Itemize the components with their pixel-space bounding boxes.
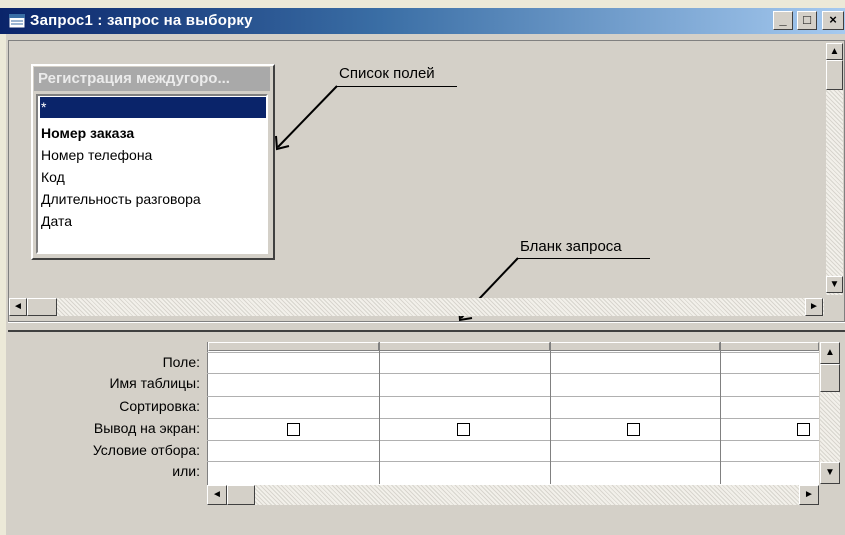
annotation-underline: [518, 258, 650, 259]
pane-splitter[interactable]: [8, 322, 845, 332]
grid-column-divider: [550, 342, 551, 484]
scroll-right-arrow-icon[interactable]: ►: [799, 485, 819, 505]
minimize-button[interactable]: _: [773, 11, 793, 30]
window-title: Запрос1 : запрос на выборку: [30, 12, 253, 29]
field-item-duration[interactable]: Длительность разговора: [40, 189, 266, 210]
row-label-criteria: Условие отбора:: [92, 442, 200, 458]
scroll-thumb[interactable]: [27, 298, 57, 316]
show-checkbox[interactable]: [457, 423, 470, 436]
column-selector[interactable]: [550, 342, 720, 351]
row-label-table: Имя таблицы:: [109, 375, 200, 391]
field-item-phone-number[interactable]: Номер телефона: [40, 145, 266, 166]
row-label-field: Поле:: [162, 354, 200, 370]
field-item-date[interactable]: Дата: [40, 211, 266, 232]
grid-row-divider: [207, 440, 819, 441]
scroll-left-arrow-icon[interactable]: ◄: [9, 298, 27, 316]
field-item-code[interactable]: Код: [40, 167, 266, 188]
scroll-up-arrow-icon[interactable]: ▲: [826, 43, 843, 60]
field-list-title[interactable]: Регистрация междугоро...: [34, 67, 270, 91]
annotation-query-form: Бланк запроса: [520, 238, 622, 255]
scroll-thumb[interactable]: [820, 364, 840, 392]
grid-row-divider: [207, 461, 819, 462]
grid-hscroll[interactable]: [207, 485, 819, 505]
grid-column-divider: [720, 342, 721, 484]
annotation-field-list: Список полей: [339, 65, 435, 82]
grid-row-divider: [207, 373, 819, 374]
column-selector[interactable]: [208, 342, 379, 351]
scroll-left-arrow-icon[interactable]: ◄: [207, 485, 227, 505]
column-selector[interactable]: [720, 342, 819, 351]
table-pane-hscroll[interactable]: [9, 298, 824, 316]
scroll-thumb[interactable]: [227, 485, 255, 505]
scroll-up-arrow-icon[interactable]: ▲: [820, 342, 840, 364]
scroll-right-arrow-icon[interactable]: ►: [805, 298, 823, 316]
grid-column-divider: [379, 342, 380, 484]
column-selector[interactable]: [379, 342, 550, 351]
grid-row-divider: [207, 396, 819, 397]
show-checkbox[interactable]: [627, 423, 640, 436]
row-label-show: Вывод на экран:: [93, 420, 200, 436]
grid-row-divider: [207, 418, 819, 419]
close-button[interactable]: ×: [822, 11, 844, 30]
show-checkbox[interactable]: [797, 423, 810, 436]
scroll-down-arrow-icon[interactable]: ▼: [820, 462, 840, 484]
scroll-thumb[interactable]: [826, 60, 843, 90]
field-item-all[interactable]: *: [40, 97, 266, 118]
row-label-or: или:: [172, 463, 200, 479]
query-grid[interactable]: [207, 342, 819, 486]
scroll-down-arrow-icon[interactable]: ▼: [826, 276, 843, 293]
row-label-sort: Сортировка:: [119, 398, 200, 414]
maximize-button[interactable]: □: [797, 11, 817, 30]
query-icon: [8, 13, 26, 29]
grid-row-divider: [207, 352, 819, 353]
annotation-underline: [337, 86, 457, 87]
show-checkbox[interactable]: [287, 423, 300, 436]
field-item-order-number[interactable]: Номер заказа: [40, 123, 266, 144]
